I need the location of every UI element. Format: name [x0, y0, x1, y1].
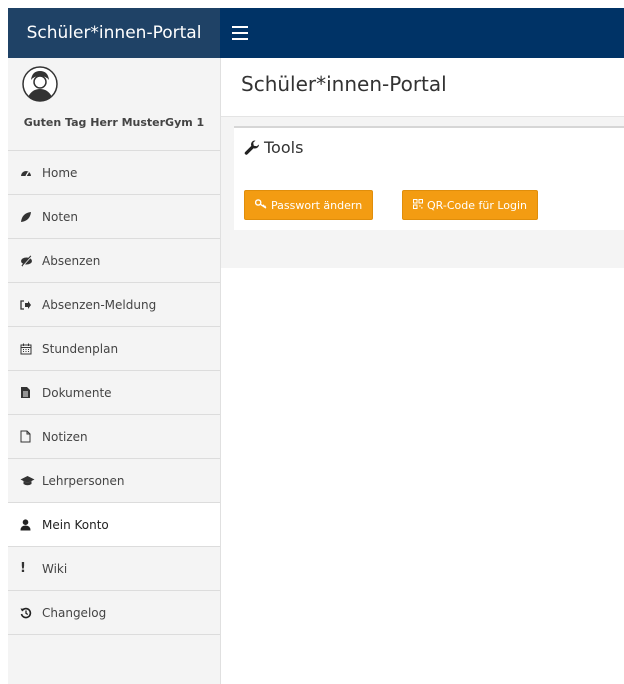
sidebar-item-changelog[interactable]: Changelog — [8, 591, 220, 635]
qr-code-login-button[interactable]: QR-Code für Login — [402, 190, 539, 220]
sidebar-item-label: Dokumente — [42, 385, 112, 400]
user-greeting: Guten Tag Herr MusterGym 1 — [23, 116, 205, 129]
user-icon — [20, 518, 36, 531]
sidebar-item-label: Absenzen — [42, 253, 101, 268]
app-frame: Schüler*innen-Portal Guten Tag Herr Must… — [8, 8, 624, 684]
main-content: Schüler*innen-Portal Tools Passwort ände… — [221, 58, 624, 268]
sidebar-item-dokumente[interactable]: Dokumente — [8, 371, 220, 415]
dashboard-icon — [20, 167, 36, 179]
sidebar: Guten Tag Herr MusterGym 1 Home Noten Ab… — [8, 58, 221, 684]
hamburger-menu-icon[interactable] — [232, 26, 248, 40]
sidebar-menu: Home Noten Absenzen Absenzen-Meldung Stu… — [8, 151, 220, 635]
sidebar-item-label: Noten — [42, 209, 79, 224]
qrcode-icon — [413, 198, 423, 212]
sidebar-item-label: Mein Konto — [42, 517, 109, 532]
sidebar-item-label: Wiki — [42, 561, 68, 576]
sidebar-item-stundenplan[interactable]: Stundenplan — [8, 327, 220, 371]
brand-logo-text[interactable]: Schüler*innen-Portal — [8, 8, 220, 58]
panel-title: Tools — [244, 138, 303, 157]
wrench-icon — [244, 139, 259, 155]
calendar-icon — [20, 343, 36, 355]
leaf-icon — [20, 211, 36, 223]
graduation-cap-icon — [20, 475, 36, 487]
exclamation-icon: ! — [20, 561, 26, 576]
history-icon — [20, 607, 36, 619]
avatar — [22, 66, 58, 102]
top-navbar: Schüler*innen-Portal — [8, 8, 624, 58]
sidebar-item-label: Home — [42, 165, 78, 180]
sidebar-item-label: Lehrpersonen — [42, 473, 125, 488]
page-title: Schüler*innen-Portal — [241, 72, 447, 96]
panel-title-text: Tools — [264, 138, 304, 157]
tools-panel: Tools Passwort ändern QR-Code für Login — [234, 126, 624, 230]
sidebar-item-label: Notizen — [42, 429, 88, 444]
sidebar-item-mein-konto[interactable]: Mein Konto — [8, 503, 220, 547]
sidebar-item-noten[interactable]: Noten — [8, 195, 220, 239]
change-password-label: Passwort ändern — [271, 198, 363, 212]
file-outline-icon — [20, 430, 36, 443]
sidebar-item-home[interactable]: Home — [8, 151, 220, 195]
sidebar-item-label: Absenzen-Meldung — [42, 297, 157, 312]
eye-slash-icon — [20, 254, 36, 267]
page-header: Schüler*innen-Portal — [221, 58, 624, 117]
user-panel: Guten Tag Herr MusterGym 1 — [8, 58, 220, 151]
key-icon — [254, 198, 267, 212]
sidebar-item-lehrpersonen[interactable]: Lehrpersonen — [8, 459, 220, 503]
sidebar-item-label: Stundenplan — [42, 341, 119, 356]
file-text-icon — [20, 386, 36, 399]
sidebar-item-label: Changelog — [42, 605, 107, 620]
qr-code-login-label: QR-Code für Login — [427, 198, 528, 212]
sidebar-item-absenzen[interactable]: Absenzen — [8, 239, 220, 283]
sidebar-item-notizen[interactable]: Notizen — [8, 415, 220, 459]
sidebar-item-wiki[interactable]: ! Wiki — [8, 547, 220, 591]
change-password-button[interactable]: Passwort ändern — [244, 190, 374, 220]
sidebar-item-absenzen-meldung[interactable]: Absenzen-Meldung — [8, 283, 220, 327]
sign-out-icon — [20, 299, 36, 311]
